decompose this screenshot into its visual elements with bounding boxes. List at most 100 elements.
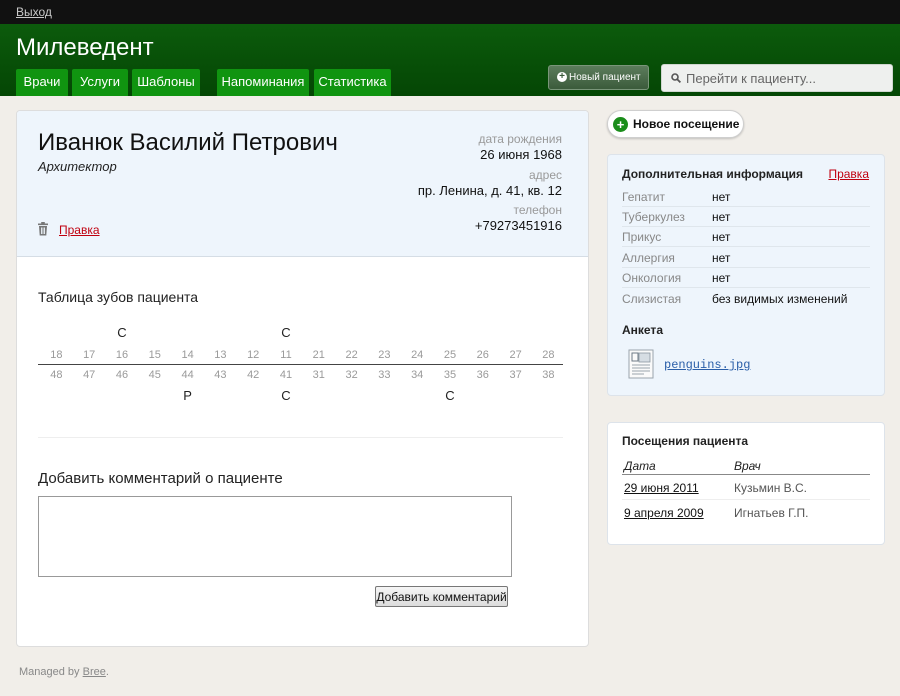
tooth-number: 22 [345, 349, 358, 361]
comment-textarea[interactable] [38, 496, 512, 577]
top-bar: Выход [0, 0, 900, 24]
info-key: Прикус [622, 230, 662, 244]
tooth-number: 35 [443, 369, 457, 381]
visits-table-header: Дата Врач [622, 459, 870, 475]
new-visit-label: Новое посещение [633, 117, 740, 131]
info-value: нет [712, 230, 731, 244]
date-column-header: Дата [624, 459, 656, 473]
teeth-jaw-divider [38, 364, 563, 365]
info-key: Слизистая [622, 292, 682, 306]
tooth-condition: С [281, 325, 291, 340]
patient-card: Иванюк Василий Петрович Архитектор Правк… [16, 110, 589, 647]
info-value: нет [712, 210, 731, 224]
logout-link[interactable]: Выход [16, 5, 52, 19]
visit-doctor: Кузьмин В.С. [734, 481, 807, 495]
tooth-number: 34 [411, 369, 424, 381]
visit-date-link[interactable]: 9 апреля 2009 [624, 506, 704, 520]
bree-link[interactable]: Bree [83, 666, 106, 678]
info-value: без видимых изменений [712, 292, 848, 306]
info-key: Туберкулез [622, 210, 685, 224]
info-row-oncology: Онкология нет [622, 268, 870, 288]
tooth-number: 45 [148, 369, 161, 381]
visit-row: 29 июня 2011 Кузьмин В.С. [622, 475, 870, 500]
tooth-number: 14 [181, 349, 194, 361]
visits-title: Посещения пациента [622, 434, 749, 448]
visit-date-link[interactable]: 29 июня 2011 [624, 481, 699, 495]
nav-statistics[interactable]: Статистика [314, 69, 391, 96]
birth-date-value: 26 июня 1968 [480, 147, 562, 162]
tooth-number: 42 [247, 369, 260, 381]
tooth-number: 36 [476, 369, 489, 381]
app-title: Милеведент [16, 34, 154, 61]
tooth-condition: С [281, 388, 291, 403]
tooth-number: 13 [214, 349, 227, 361]
tooth-condition: С [117, 325, 127, 340]
address-label: адрес [528, 168, 562, 182]
address-block: адрес пр. Ленина, д. 41, кв. 12 [418, 168, 562, 198]
phone-value: +79273451916 [474, 218, 562, 233]
tooth-number: 24 [411, 349, 424, 361]
footer: Managed by Bree. [19, 666, 109, 678]
doctor-column-header: Врач [734, 459, 761, 473]
nav-templates[interactable]: Шаблоны [132, 69, 200, 96]
search-input[interactable] [686, 70, 886, 87]
tooth-number: 48 [50, 369, 63, 381]
new-patient-button[interactable]: + Новый пациент [548, 65, 649, 90]
visit-doctor: Игнатьев Г.П. [734, 506, 809, 520]
edit-additional-info-link[interactable]: Правка [828, 167, 869, 181]
questionnaire-title: Анкета [622, 323, 663, 337]
visit-row: 9 апреля 2009 Игнатьев Г.П. [622, 500, 870, 525]
tooth-number: 33 [378, 369, 391, 381]
tooth-number: 16 [115, 349, 129, 361]
tooth-number: 11 [280, 349, 292, 361]
info-value: нет [712, 190, 731, 204]
tooth-number: 31 [312, 369, 325, 381]
tooth-number: 21 [312, 349, 325, 361]
address-value: пр. Ленина, д. 41, кв. 12 [417, 183, 562, 198]
info-key: Онкология [622, 271, 682, 285]
info-value: нет [712, 271, 731, 285]
tooth-number: 37 [509, 369, 522, 381]
patient-name: Иванюк Василий Петрович [38, 129, 338, 156]
birth-date-block: дата рождения 26 июня 1968 [478, 132, 562, 162]
tooth-number: 23 [378, 349, 391, 361]
tooth-number: 47 [83, 369, 96, 381]
phone-block: телефон +79273451916 [475, 203, 562, 233]
nav-doctors[interactable]: Врачи [16, 69, 68, 96]
visits-panel: Посещения пациента Дата Врач 29 июня 201… [607, 422, 885, 545]
info-row-tuberculosis: Туберкулез нет [622, 207, 870, 227]
image-file-icon [628, 349, 654, 379]
header: Милеведент Врачи Услуги Шаблоны Напомина… [0, 24, 900, 96]
tooth-number: 17 [83, 349, 96, 361]
info-value: нет [712, 251, 731, 265]
patient-header: Иванюк Василий Петрович Архитектор Правк… [17, 111, 588, 257]
birth-date-label: дата рождения [478, 132, 562, 146]
search-icon [671, 73, 681, 83]
info-row-hepatitis: Гепатит нет [622, 187, 870, 207]
tooth-number: 43 [214, 369, 227, 381]
info-key: Аллергия [622, 251, 675, 265]
section-divider [38, 437, 563, 438]
edit-patient-link[interactable]: Правка [59, 223, 100, 237]
tooth-condition: Р [183, 388, 192, 403]
tooth-number: 32 [345, 369, 358, 381]
questionnaire-file-link[interactable]: penguins.jpg [664, 358, 750, 372]
info-key: Гепатит [622, 190, 665, 204]
tooth-number: 15 [148, 349, 161, 361]
nav-services[interactable]: Услуги [72, 69, 128, 96]
footer-prefix: Managed by [19, 666, 83, 678]
tooth-number: 46 [115, 369, 129, 381]
tooth-condition: С [445, 388, 455, 403]
additional-info-panel: Дополнительная информация Правка Гепатит… [607, 154, 885, 396]
tooth-number: 12 [247, 349, 260, 361]
trash-icon[interactable] [37, 222, 49, 236]
tooth-number: 26 [476, 349, 489, 361]
tooth-number: 41 [279, 369, 293, 381]
tooth-number: 28 [542, 349, 555, 361]
new-visit-button[interactable]: + Новое посещение [607, 110, 744, 138]
nav-reminders[interactable]: Напоминания [217, 69, 309, 96]
new-patient-label: Новый пациент [569, 72, 641, 83]
tooth-number: 18 [50, 349, 63, 361]
info-row-allergy: Аллергия нет [622, 248, 870, 268]
add-comment-button[interactable]: Добавить комментарий [375, 586, 508, 607]
